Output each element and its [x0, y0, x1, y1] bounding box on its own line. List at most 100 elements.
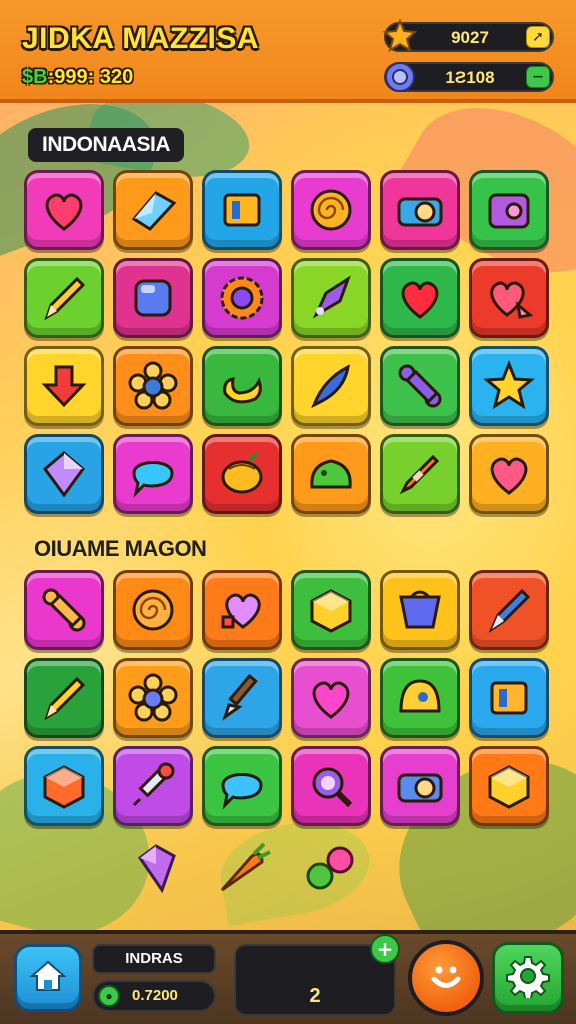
tile-melon-icon[interactable]: [202, 434, 282, 514]
player-name: INDRAS: [92, 944, 216, 974]
tile-brush-icon[interactable]: [202, 658, 282, 738]
tile-pencil-icon[interactable]: [24, 658, 104, 738]
tile-gear-flower-icon[interactable]: [202, 258, 282, 338]
tile-banana-icon[interactable]: [202, 346, 282, 426]
camera-icon: [397, 773, 443, 803]
tile-heart-icon[interactable]: [380, 258, 460, 338]
basket-icon: [399, 590, 441, 629]
tile-flower-icon[interactable]: [113, 346, 193, 426]
star-gem-icon: [382, 19, 418, 55]
gear-icon: [506, 954, 550, 1002]
feather-pen-icon: [311, 364, 350, 409]
coin-icon: ●: [98, 985, 120, 1007]
tile-bone-icon[interactable]: [24, 570, 104, 650]
gear-flower-icon: [220, 276, 264, 320]
tile-syringe-icon[interactable]: [113, 746, 193, 826]
cube-icon: [488, 765, 530, 809]
tile-magnifier-icon[interactable]: [291, 746, 371, 826]
box-icon: [223, 193, 261, 227]
tile-pen-nib-icon[interactable]: [291, 258, 371, 338]
carrot-icon[interactable]: [212, 838, 272, 898]
brush-icon: [222, 673, 258, 721]
home-button[interactable]: [14, 944, 82, 1012]
camera-icon: [397, 197, 443, 227]
tile-crystal-icon[interactable]: [113, 170, 193, 250]
tile-box-icon[interactable]: [469, 658, 549, 738]
gem-shard-icon[interactable]: [126, 838, 186, 898]
heart-cursor-icon: [490, 281, 534, 319]
speech-bubble-icon: [132, 461, 174, 498]
tile-diamond-icon[interactable]: [24, 434, 104, 514]
bone-icon: [42, 588, 86, 632]
add-button[interactable]: +: [370, 934, 400, 964]
tile-feather-pen-icon[interactable]: [291, 346, 371, 426]
swirl-candy-icon: [132, 589, 174, 631]
cube-icon: [43, 765, 85, 809]
tile-camera-icon[interactable]: [380, 746, 460, 826]
heart-icon: [312, 681, 350, 719]
tile-pen-icon[interactable]: [469, 570, 549, 650]
tile-swirl-candy-icon[interactable]: [113, 570, 193, 650]
berries-icon[interactable]: [300, 838, 360, 898]
top-bar: JIDKA MAZZISA $B:999: 320 9027 ➚ 1Ƨ108 −: [0, 0, 576, 103]
tile-camera-icon[interactable]: [380, 170, 460, 250]
tile-heart-lock-icon[interactable]: [202, 570, 282, 650]
section-label-1: INDONAASIA: [28, 128, 185, 162]
tile-slime-icon[interactable]: [291, 434, 371, 514]
flower-icon: [128, 361, 178, 410]
resource-bar-gems[interactable]: 9027 ➚: [382, 19, 554, 55]
pencil-icon: [44, 276, 86, 321]
gems-value: 9027: [451, 28, 489, 47]
slime-icon: [310, 459, 352, 489]
pen-nib-icon: [312, 275, 351, 319]
tile-basket-icon[interactable]: [380, 570, 460, 650]
coin-value: 0.7200: [132, 987, 178, 1004]
tile-star-icon[interactable]: [469, 346, 549, 426]
tile-bone-icon[interactable]: [380, 346, 460, 426]
tile-heart-icon[interactable]: [291, 658, 371, 738]
section-label-2: OIUAME MAGON: [34, 536, 207, 561]
arrow-icon[interactable]: ➚: [526, 26, 550, 48]
minus-icon[interactable]: −: [526, 66, 550, 88]
cube-icon: [310, 589, 352, 633]
tokens-value: 1Ƨ108: [445, 68, 495, 87]
tile-speech-bubble-icon[interactable]: [113, 434, 193, 514]
tile-flower-icon[interactable]: [113, 658, 193, 738]
tile-swirl-candy-icon[interactable]: [291, 170, 371, 250]
diamond-icon: [42, 451, 86, 498]
tile-speech-bubble-icon[interactable]: [202, 746, 282, 826]
tile-helmet-icon[interactable]: [380, 658, 460, 738]
bone-icon: [398, 364, 442, 408]
magnifier-icon: [312, 767, 353, 808]
banana-icon: [223, 377, 262, 404]
item-grid-1: [24, 170, 552, 514]
count-value: 2: [309, 985, 321, 1007]
home-icon: [28, 956, 68, 1000]
tile-box-icon[interactable]: [202, 170, 282, 250]
heart-lock-icon: [221, 593, 261, 629]
melon-icon: [221, 451, 263, 494]
settings-button[interactable]: [492, 942, 564, 1014]
tile-radio-icon[interactable]: [469, 170, 549, 250]
heart-icon: [401, 281, 439, 319]
tile-cube-icon[interactable]: [24, 746, 104, 826]
tile-pencil-icon[interactable]: [24, 258, 104, 338]
tile-heart-icon[interactable]: [469, 434, 549, 514]
square-gem-icon: [134, 279, 172, 317]
resource-bar-tokens[interactable]: 1Ƨ108 −: [384, 62, 554, 92]
tile-crayon-icon[interactable]: [380, 434, 460, 514]
pen-icon: [488, 588, 531, 634]
crystal-icon: [131, 191, 177, 231]
game-title: JIDKA MAZZISA: [22, 22, 260, 55]
tile-arrow-down-icon[interactable]: [24, 346, 104, 426]
tile-heart-cursor-icon[interactable]: [469, 258, 549, 338]
item-grid-2: [24, 570, 552, 826]
tile-heart-icon[interactable]: [24, 170, 104, 250]
tile-cube-icon[interactable]: [291, 570, 371, 650]
crayon-icon: [399, 454, 440, 495]
smile-button[interactable]: [408, 940, 484, 1016]
tile-square-gem-icon[interactable]: [113, 258, 193, 338]
bottom-bar: INDRAS ● 0.7200 2 +: [0, 930, 576, 1024]
tile-cube-icon[interactable]: [469, 746, 549, 826]
flower-icon: [128, 673, 178, 722]
